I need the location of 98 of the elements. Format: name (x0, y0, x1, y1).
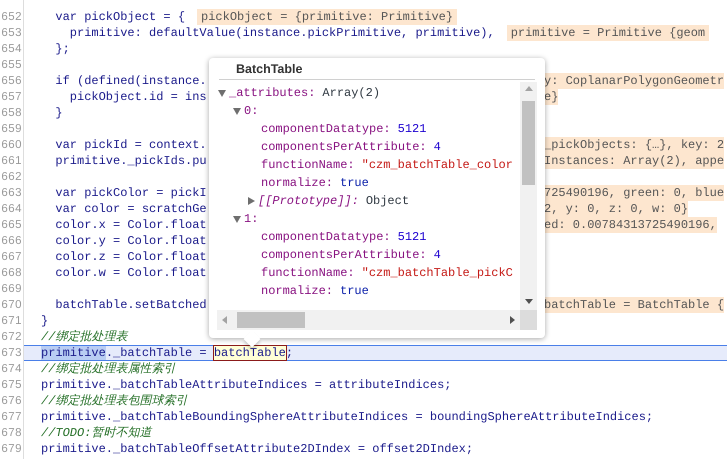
line-number: 663 (0, 186, 23, 201)
property-value: 5121 (398, 229, 426, 246)
code-line: primitive: defaultValue(instance.pickPrimitive, primitive), (68, 25, 495, 41)
line-number: 672 (0, 330, 23, 345)
property-value: 4 (434, 247, 441, 264)
code-line: color.x = Color.float (54, 218, 207, 232)
inline-value: _pickObjects: {…}, key: 2 (544, 137, 724, 153)
code-line: if (defined(instance. (54, 74, 207, 88)
inline-value: Instances: Array(2), appe (544, 153, 724, 169)
property-key: _attributes: (229, 84, 316, 102)
property-value: Array(2) (322, 85, 380, 102)
line-number: 659 (0, 122, 23, 137)
hovered-token: batchTable (214, 346, 286, 360)
line-number: 675 (0, 378, 23, 393)
inline-value: primitive = Primitive {geom (506, 25, 710, 41)
property-value: "czm_batchTable_pickC (362, 265, 513, 282)
property-key: componentsPerAttribute: (261, 246, 427, 264)
line-number: 660 (0, 138, 23, 153)
code-line: primitive._batchTableAttributeIndices = attributeIndices; (41, 377, 452, 393)
expanded-triangle-icon[interactable] (218, 90, 226, 96)
code-line: var pickId = context. (54, 138, 207, 152)
property-value: "czm_batchTable_color (362, 157, 513, 174)
code-line: color.y = Color.float (54, 233, 207, 249)
line-number: 661 (0, 154, 23, 169)
line-number: 666 (0, 234, 23, 249)
line-number: 658 (0, 106, 23, 121)
scroll-up-icon (524, 86, 532, 91)
line-number: 657 (0, 90, 23, 105)
property-key: functionName: (261, 156, 355, 174)
scrollbar-corner (520, 310, 537, 330)
line-number: 676 (0, 394, 23, 409)
scroll-down-icon (524, 299, 532, 304)
code-line: var pickObject = { (54, 9, 186, 25)
selected-text: primitive (41, 346, 106, 360)
property-key: normalize: (261, 174, 334, 192)
code-line: } (54, 105, 63, 121)
line-number: 665 (0, 218, 23, 233)
line-number: 656 (0, 74, 23, 89)
code-line: var color = scratchGe (54, 202, 207, 216)
inline-value: ed: 0.00784313725490196, (544, 217, 717, 233)
inline-value: batchTable = BatchTable { (544, 297, 724, 313)
code-text: ; (286, 346, 294, 360)
code-text: ._batchTable = (106, 346, 208, 360)
scroll-right-icon (510, 316, 515, 324)
code-line: primitive._batchTableOffsetAttribute2DIndex = offset2DIndex; (41, 441, 474, 457)
property-key: componentDatatype: (261, 120, 391, 138)
line-number: 677 (0, 410, 23, 425)
collapsed-triangle-icon[interactable] (248, 197, 255, 205)
scroll-left-icon (222, 316, 227, 324)
property-key: componentDatatype: (261, 228, 391, 246)
inline-value: e} (544, 89, 558, 105)
code-line: pickObject.id = ins (68, 90, 207, 104)
property-key: 1: (244, 210, 258, 228)
property-value: Object (366, 193, 410, 210)
line-number: 678 (0, 426, 23, 441)
line-number: 674 (0, 362, 23, 377)
line-number: 664 (0, 202, 23, 217)
property-value: 5121 (398, 121, 426, 138)
line-number: 670 (0, 298, 23, 313)
line-number: 655 (0, 58, 23, 73)
code-line: primitive._batchTableBoundingSphereAttributeIndices = boundingSphereAttributeIndices; (41, 409, 654, 425)
inline-value: y: CoplanarPolygonGeometr (544, 73, 724, 89)
property-key: functionName: (261, 264, 355, 282)
scrollbar-thumb (237, 312, 305, 328)
code-line: } (41, 313, 48, 329)
line-number: 652 (0, 10, 23, 25)
code-comment: //绑定批处理表包围球索引 (41, 393, 188, 409)
code-line: var pickColor = pickI (54, 186, 207, 200)
inline-value: 725490196, green: 0, blue (544, 185, 724, 201)
code-comment: //绑定批处理表属性索引 (41, 361, 176, 377)
property-key: componentsPerAttribute: (261, 138, 427, 156)
property-value: 4 (434, 139, 441, 156)
inline-value: pickObject = {primitive: Primitive} (197, 9, 458, 25)
property-key: [[Prototype]]: (258, 192, 359, 210)
line-number: 662 (0, 170, 23, 185)
code-line: color.w = Color.float (54, 265, 207, 281)
property-key: 0: (244, 102, 258, 120)
code-comment: //TODO:暂时不知道 (41, 425, 152, 441)
expanded-triangle-icon[interactable] (233, 216, 241, 222)
code-line: batchTable.setBatched (54, 298, 207, 312)
line-number: 669 (0, 282, 23, 297)
line-number: 668 (0, 266, 23, 281)
code-comment: //绑定批处理表 (41, 329, 128, 345)
property-value: true (340, 175, 369, 192)
property-key: normalize: (261, 282, 334, 300)
line-number: 653 (0, 26, 23, 41)
line-number: 679 (0, 442, 23, 457)
tooltip-title: BatchTable (219, 58, 535, 80)
line-number: 673 (0, 346, 23, 361)
line-number: 671 (0, 314, 23, 329)
code-line: }; (54, 41, 70, 57)
line-number: 667 (0, 250, 23, 265)
inline-value: 2, y: 0, z: 0, w: 0} (544, 201, 688, 217)
code-line: color.z = Color.float (54, 249, 207, 265)
line-number: 654 (0, 42, 23, 57)
property-value: true (340, 283, 369, 300)
code-line: primitive._pickIds.pu (54, 154, 207, 168)
expanded-triangle-icon[interactable] (233, 108, 241, 114)
